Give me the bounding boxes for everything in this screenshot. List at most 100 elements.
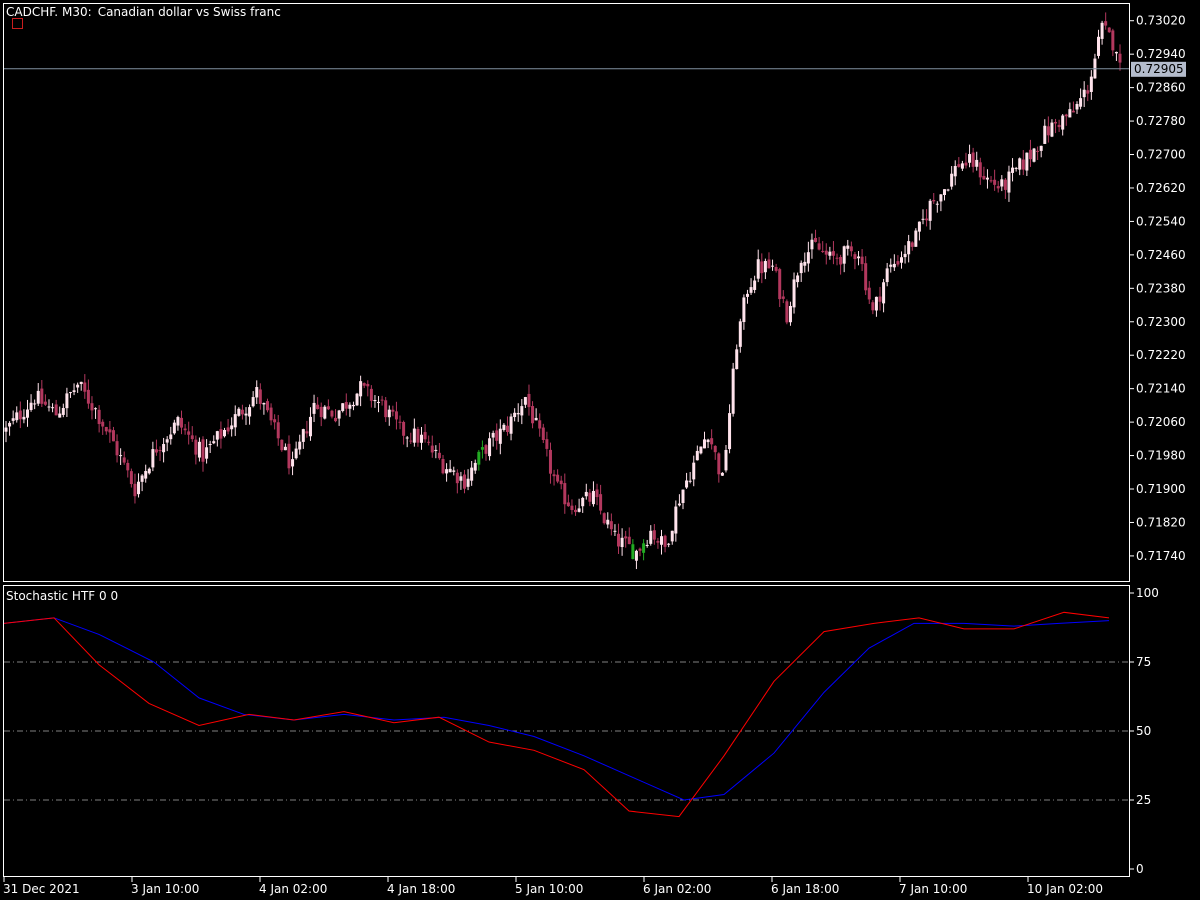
candle: [455, 469, 459, 494]
candle: [591, 481, 595, 507]
candle-body: [882, 282, 886, 304]
candle-body: [925, 218, 929, 221]
candle: [473, 459, 477, 474]
candle-body: [570, 505, 574, 511]
candle: [925, 209, 929, 227]
one-click-trading-icon[interactable]: [12, 18, 23, 29]
candle: [305, 420, 309, 438]
candle: [129, 468, 133, 488]
candle: [140, 474, 144, 492]
candle: [996, 181, 1000, 193]
candle: [520, 399, 524, 425]
candle-body: [269, 407, 273, 421]
candle-body: [1043, 125, 1047, 144]
candle: [351, 401, 355, 411]
candle-body: [670, 530, 674, 542]
candle: [577, 498, 581, 513]
candle: [180, 410, 184, 435]
candle: [634, 549, 638, 570]
candle-body: [133, 483, 137, 497]
candle: [631, 539, 635, 560]
candle-body: [885, 268, 889, 283]
candle: [409, 432, 413, 445]
candle-body: [656, 541, 660, 543]
candle-body: [140, 475, 144, 482]
candle-body: [660, 536, 664, 545]
candle: [251, 391, 255, 408]
candle-body: [54, 404, 58, 416]
candle-body: [724, 449, 728, 471]
indicator-pane[interactable]: 100 75 50 25 0 Stochastic HTF 0 0: [3, 585, 1159, 877]
candle-body: [51, 407, 55, 409]
candle-body: [387, 409, 391, 418]
candle: [29, 394, 33, 412]
candle-body: [896, 261, 900, 265]
candle: [219, 421, 223, 449]
candle: [377, 396, 381, 413]
candle: [430, 435, 434, 458]
price-tick-label: 0.71900: [1136, 482, 1186, 496]
candle-body: [835, 257, 839, 259]
candle: [899, 251, 903, 269]
candle: [642, 539, 646, 561]
candle: [839, 254, 843, 275]
candle: [498, 419, 502, 455]
candle: [821, 241, 825, 253]
candle-body: [899, 257, 903, 263]
candle-body: [283, 446, 287, 451]
candle-body: [541, 427, 545, 440]
candle: [137, 473, 141, 498]
candle: [660, 529, 664, 555]
candle: [921, 209, 925, 225]
candle-body: [40, 388, 44, 404]
candle: [763, 258, 767, 280]
candle-body: [237, 408, 241, 416]
candle: [47, 399, 51, 412]
candle-body: [864, 263, 868, 291]
stochastic-line: [3, 611, 1110, 818]
candle: [308, 407, 312, 441]
candle-body: [968, 154, 972, 163]
candle-body: [294, 448, 298, 459]
candle: [788, 301, 792, 326]
candle-body: [187, 431, 191, 435]
candle-body: [448, 468, 452, 473]
candle-body: [412, 428, 416, 443]
time-tick-label: 5 Jan 10:00: [515, 882, 583, 896]
candle: [960, 160, 964, 171]
candle: [312, 394, 316, 422]
candle-body: [423, 432, 427, 440]
candle: [402, 420, 406, 445]
candle-body: [563, 483, 567, 505]
candle: [728, 404, 732, 454]
candle-body: [1025, 152, 1029, 171]
candle-body: [871, 302, 875, 311]
candle: [223, 427, 227, 438]
candle-body: [58, 413, 62, 418]
candle: [803, 252, 807, 273]
candle: [169, 426, 173, 445]
candle: [337, 409, 341, 426]
price-pane[interactable]: 0.73020 0.72940 0.72860 0.72780 0.72700 0.726…: [3, 3, 1187, 582]
candle-body: [362, 383, 366, 386]
candle-body: [219, 429, 223, 439]
candle-body: [212, 441, 216, 444]
candle-body: [126, 462, 130, 471]
price-tick-label: 0.72860: [1136, 81, 1186, 95]
candle-body: [416, 429, 420, 443]
candle-body: [470, 467, 474, 481]
candle: [1079, 88, 1083, 110]
candle: [484, 444, 488, 461]
candle-body: [620, 537, 624, 548]
candle-body: [15, 412, 19, 421]
candle: [488, 432, 492, 461]
candle-body: [1114, 51, 1118, 54]
candle: [695, 445, 699, 461]
candle-body: [1000, 179, 1004, 187]
candle-body: [942, 189, 946, 196]
candle-body: [892, 263, 896, 268]
candles: [4, 12, 1122, 570]
candle: [652, 524, 656, 545]
candle: [950, 166, 954, 190]
candle: [871, 300, 875, 315]
